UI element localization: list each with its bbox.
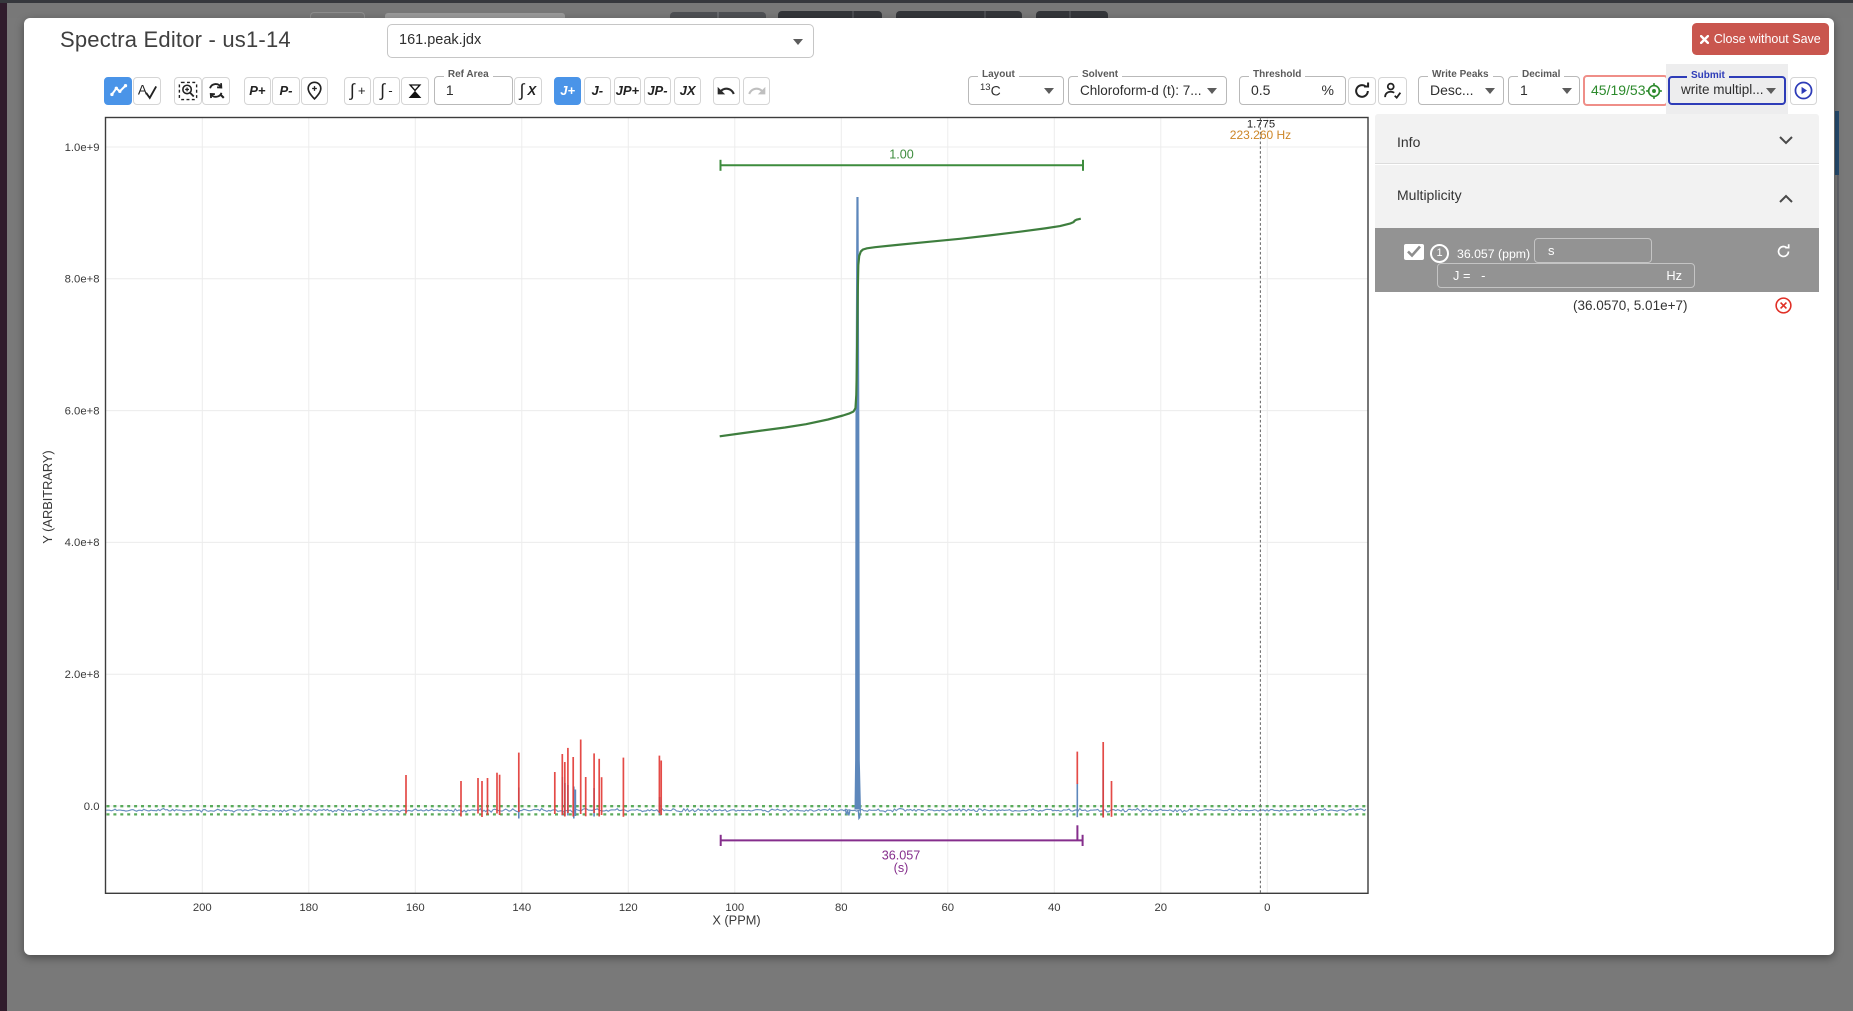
svg-text:120: 120: [619, 902, 638, 914]
svg-text:6.0e+8: 6.0e+8: [65, 405, 100, 417]
svg-text:0.0: 0.0: [84, 801, 100, 813]
svg-text:8.0e+8: 8.0e+8: [65, 274, 100, 286]
svg-text:4.0e+8: 4.0e+8: [65, 537, 100, 549]
svg-text:0: 0: [1264, 902, 1270, 914]
svg-text:(s): (s): [894, 861, 909, 875]
svg-text:200: 200: [193, 902, 212, 914]
svg-text:180: 180: [299, 902, 318, 914]
svg-text:20: 20: [1155, 902, 1168, 914]
svg-text:60: 60: [942, 902, 955, 914]
svg-text:Y (ARBITRARY): Y (ARBITRARY): [40, 450, 55, 543]
svg-text:80: 80: [835, 902, 848, 914]
svg-text:X (PPM): X (PPM): [712, 913, 760, 928]
svg-text:40: 40: [1048, 902, 1061, 914]
svg-text:160: 160: [406, 902, 425, 914]
svg-text:1.0e+9: 1.0e+9: [65, 142, 100, 154]
svg-text:223.260 Hz: 223.260 Hz: [1230, 128, 1291, 142]
svg-text:1.00: 1.00: [889, 148, 914, 162]
svg-text:140: 140: [512, 902, 531, 914]
svg-text:2.0e+8: 2.0e+8: [65, 669, 100, 681]
